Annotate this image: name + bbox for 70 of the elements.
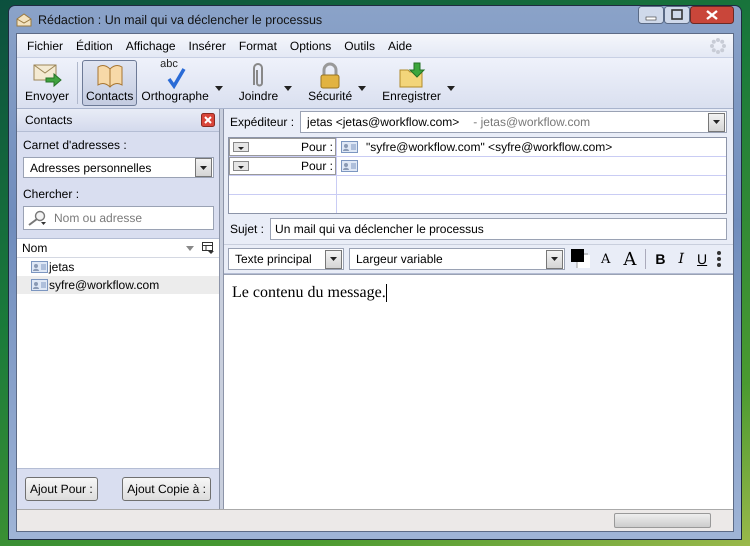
- caret-icon: [200, 166, 207, 170]
- search-input[interactable]: Nom ou adresse: [52, 210, 213, 226]
- underline-button[interactable]: U: [693, 251, 712, 267]
- caret-icon[interactable]: [446, 86, 455, 90]
- caret-icon[interactable]: [358, 86, 366, 90]
- account-text: - jetas@workflow.com: [473, 115, 592, 129]
- text-color-button[interactable]: [570, 248, 592, 270]
- paragraph-style-dropdown[interactable]: Texte principal: [228, 248, 344, 270]
- sender-label: Expéditeur :: [229, 115, 294, 129]
- grip-icon: [716, 250, 722, 268]
- panel-title: Contacts: [25, 113, 72, 127]
- column-picker-icon: [201, 241, 215, 255]
- contact-card-icon: [31, 279, 48, 291]
- envelope-icon: [16, 12, 32, 26]
- menu-item[interactable]: Aide: [382, 38, 418, 52]
- search-field[interactable]: Nom ou adresse: [23, 206, 214, 230]
- contact-row[interactable]: jetas: [17, 258, 219, 276]
- caret-icon[interactable]: [284, 86, 292, 90]
- contact-row[interactable]: syfre@workflow.com: [17, 276, 219, 294]
- message-body[interactable]: Le contenu du message.: [224, 274, 733, 509]
- caret-icon: [233, 142, 249, 152]
- caret-icon: [713, 120, 720, 124]
- bold-button[interactable]: B: [651, 251, 670, 267]
- caret-icon: [233, 161, 249, 171]
- field-label: Carnet d'adresses :: [23, 138, 128, 152]
- add-button[interactable]: Ajout Pour :: [25, 477, 98, 501]
- close-icon[interactable]: [201, 113, 215, 127]
- contact-card-icon: [341, 141, 358, 153]
- toolbar-button[interactable]: Joindre: [234, 60, 282, 106]
- sender-dropdown[interactable]: jetas <jetas@workflow.com> - jetas@workflow.com: [300, 111, 727, 133]
- toolbar-button[interactable]: Enregistrer: [378, 60, 445, 106]
- font-dropdown[interactable]: Largeur variable: [349, 248, 565, 270]
- folder-icon: [396, 61, 427, 89]
- menu-item[interactable]: Insérer: [182, 38, 232, 52]
- minimize-button[interactable]: [638, 6, 664, 24]
- caret-icon: [551, 257, 558, 261]
- recipient-type-dropdown[interactable]: Pour :: [229, 138, 336, 156]
- field-label: Chercher :: [23, 187, 80, 201]
- italic-button[interactable]: I: [674, 251, 688, 267]
- caret-icon[interactable]: [214, 86, 223, 90]
- throbber-icon: [709, 36, 727, 54]
- smaller-text-button[interactable]: A: [597, 252, 614, 266]
- toolbar-button[interactable]: Sécurité: [304, 60, 356, 106]
- maximize-button[interactable]: [664, 6, 690, 24]
- larger-text-button[interactable]: A: [619, 248, 640, 270]
- toolbar-button[interactable]: Contacts: [82, 60, 138, 106]
- close-button[interactable]: [690, 6, 734, 24]
- sort-icon: [185, 244, 195, 252]
- column-header[interactable]: Nom: [22, 241, 179, 255]
- toolbar-button[interactable]: Envoyer: [21, 60, 74, 106]
- subject-label: Sujet :: [229, 222, 264, 236]
- add-button[interactable]: Ajout Copie à :: [122, 477, 211, 501]
- menu-item[interactable]: Format: [232, 38, 283, 52]
- menu-item[interactable]: Fichier: [21, 38, 70, 52]
- abc-label: abc: [160, 58, 178, 70]
- menu-item[interactable]: Affichage: [120, 38, 182, 52]
- recipient-address[interactable]: "syfre@workflow.com" <syfre@workflow.com>: [366, 140, 612, 154]
- caret-icon: [330, 257, 337, 261]
- recipient-type-dropdown[interactable]: Pour :: [229, 157, 336, 175]
- contact-card-icon: [341, 160, 358, 172]
- search-icon: [27, 210, 49, 226]
- toolbar-button[interactable]: abc Orthographe: [137, 60, 213, 106]
- menu-item[interactable]: Édition: [70, 38, 119, 52]
- subject-field[interactable]: Un mail qui va déclencher le processus: [270, 218, 727, 240]
- window-title: Rédaction : Un mail qui va déclencher le processus: [38, 12, 324, 26]
- contact-card-icon: [31, 261, 48, 273]
- address-book-dropdown[interactable]: Adresses personnelles: [23, 157, 214, 178]
- menu-item[interactable]: Outils: [338, 38, 381, 52]
- menu-item[interactable]: Options: [284, 38, 338, 52]
- message-text: Le contenu du message.: [232, 284, 386, 302]
